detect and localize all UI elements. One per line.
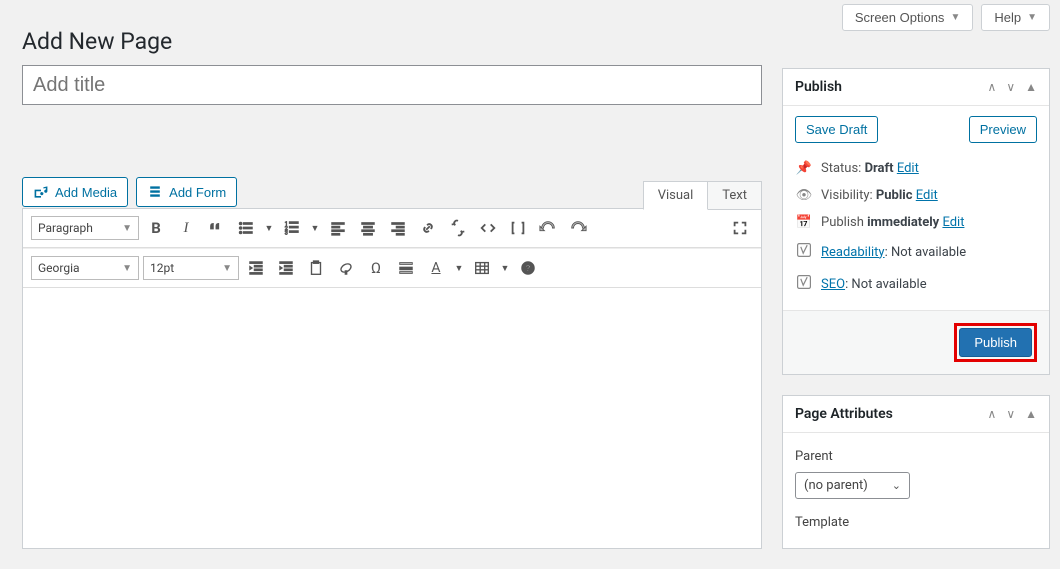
font-value: Georgia — [38, 261, 80, 275]
table-button[interactable] — [469, 255, 495, 281]
toolbar-row-2: Georgia ▼ 12pt ▼ Ω A ▼ ▼ ? — [23, 248, 761, 288]
text-color-button[interactable]: A — [423, 255, 449, 281]
code-button[interactable] — [475, 215, 501, 241]
italic-button[interactable]: I — [173, 215, 199, 241]
attributes-box-title: Page Attributes — [795, 406, 893, 422]
top-bar: Screen Options ▼ Help ▼ — [842, 0, 1050, 31]
publish-box-title: Publish — [795, 79, 842, 95]
parent-value: (no parent) — [804, 478, 868, 493]
screen-options-button[interactable]: Screen Options ▼ — [842, 4, 974, 31]
calendar-icon: 📅 — [795, 215, 813, 230]
editor-body[interactable] — [23, 288, 761, 548]
numbered-list-button[interactable]: 123 — [279, 215, 305, 241]
parent-select[interactable]: (no parent) ⌄ — [795, 472, 910, 499]
preview-button[interactable]: Preview — [969, 116, 1037, 143]
outdent-button[interactable] — [243, 255, 269, 281]
edit-visibility-link[interactable]: Edit — [916, 188, 938, 203]
blockquote-button[interactable] — [203, 215, 229, 241]
move-down-icon[interactable]: ∨ — [1006, 407, 1015, 421]
publish-highlight: Publish — [954, 323, 1037, 362]
font-select[interactable]: Georgia ▼ — [31, 256, 139, 280]
publish-button[interactable]: Publish — [959, 328, 1032, 357]
numbered-list-dropdown[interactable]: ▼ — [309, 215, 321, 241]
chevron-down-icon: ▼ — [265, 223, 274, 234]
fullscreen-button[interactable] — [727, 215, 753, 241]
toolbar-row-1: Paragraph ▼ B I ▼ 123 ▼ — [23, 209, 761, 248]
hr-button[interactable] — [393, 255, 419, 281]
toggle-icon[interactable]: ▲ — [1025, 80, 1037, 94]
help-label: Help — [994, 10, 1021, 25]
toggle-icon[interactable]: ▲ — [1025, 407, 1037, 421]
clear-formatting-button[interactable] — [333, 255, 359, 281]
chevron-down-icon: ▼ — [950, 12, 960, 23]
format-select[interactable]: Paragraph ▼ — [31, 216, 139, 240]
tab-text[interactable]: Text — [708, 181, 762, 210]
text-color-dropdown[interactable]: ▼ — [453, 255, 465, 281]
special-char-button[interactable]: Ω — [363, 255, 389, 281]
bold-button[interactable]: B — [143, 215, 169, 241]
help-icon-button[interactable]: ? — [515, 255, 541, 281]
size-value: 12pt — [150, 261, 174, 275]
undo-button[interactable] — [535, 215, 561, 241]
align-right-button[interactable] — [385, 215, 411, 241]
eye-icon: 👁 — [795, 188, 813, 203]
publish-value: immediately — [867, 215, 939, 230]
pin-icon: 📌 — [795, 161, 813, 176]
publish-box: Publish ∧ ∨ ▲ Save Draft Preview 📌 Statu… — [782, 68, 1050, 375]
tab-visual[interactable]: Visual — [643, 181, 709, 210]
readability-link[interactable]: Readability — [821, 245, 885, 260]
title-input[interactable] — [22, 65, 762, 105]
publish-box-header: Publish ∧ ∨ ▲ — [783, 69, 1049, 106]
indent-button[interactable] — [273, 255, 299, 281]
sidebar-column: Publish ∧ ∨ ▲ Save Draft Preview 📌 Statu… — [782, 68, 1050, 569]
font-size-select[interactable]: 12pt ▼ — [143, 256, 239, 280]
chevron-down-icon: ▼ — [501, 263, 510, 274]
chevron-down-icon: ▼ — [311, 223, 320, 234]
yoast-icon — [795, 274, 813, 294]
screen-options-label: Screen Options — [855, 10, 945, 25]
main-column: Add Media Add Form Visual Text Paragraph… — [22, 65, 762, 549]
redo-button[interactable] — [565, 215, 591, 241]
readability-value: : Not available — [885, 245, 967, 260]
status-value: Draft — [865, 161, 894, 176]
help-button[interactable]: Help ▼ — [981, 4, 1050, 31]
unlink-button[interactable] — [445, 215, 471, 241]
edit-status-link[interactable]: Edit — [897, 161, 919, 176]
move-up-icon[interactable]: ∧ — [988, 80, 997, 94]
move-down-icon[interactable]: ∨ — [1006, 80, 1015, 94]
editor-tabs: Visual Text — [22, 180, 762, 209]
chevron-down-icon: ▼ — [122, 263, 132, 274]
paste-button[interactable] — [303, 255, 329, 281]
format-value: Paragraph — [38, 221, 93, 235]
seo-value: : Not available — [845, 277, 927, 292]
seo-link[interactable]: SEO — [821, 277, 845, 292]
edit-publish-link[interactable]: Edit — [942, 215, 964, 230]
status-label: Status: — [821, 161, 861, 176]
chevron-down-icon: ⌄ — [892, 479, 901, 492]
align-center-button[interactable] — [355, 215, 381, 241]
move-up-icon[interactable]: ∧ — [988, 407, 997, 421]
attributes-box-header: Page Attributes ∧ ∨ ▲ — [783, 396, 1049, 433]
bullet-list-dropdown[interactable]: ▼ — [263, 215, 275, 241]
visibility-label: Visibility: — [821, 188, 873, 203]
publish-label: Publish — [821, 215, 864, 230]
yoast-icon — [795, 242, 813, 262]
shortcode-button[interactable] — [505, 215, 531, 241]
chevron-down-icon: ▼ — [455, 263, 464, 274]
chevron-down-icon: ▼ — [1027, 12, 1037, 23]
svg-text:?: ? — [526, 265, 531, 275]
visibility-value: Public — [876, 188, 913, 203]
bullet-list-button[interactable] — [233, 215, 259, 241]
chevron-down-icon: ▼ — [122, 223, 132, 234]
svg-text:3: 3 — [285, 230, 288, 236]
save-draft-button[interactable]: Save Draft — [795, 116, 878, 143]
editor: Paragraph ▼ B I ▼ 123 ▼ — [22, 208, 762, 549]
align-left-button[interactable] — [325, 215, 351, 241]
link-button[interactable] — [415, 215, 441, 241]
table-dropdown[interactable]: ▼ — [499, 255, 511, 281]
parent-label: Parent — [795, 449, 1037, 464]
chevron-down-icon: ▼ — [222, 263, 232, 274]
template-label: Template — [795, 515, 1037, 530]
